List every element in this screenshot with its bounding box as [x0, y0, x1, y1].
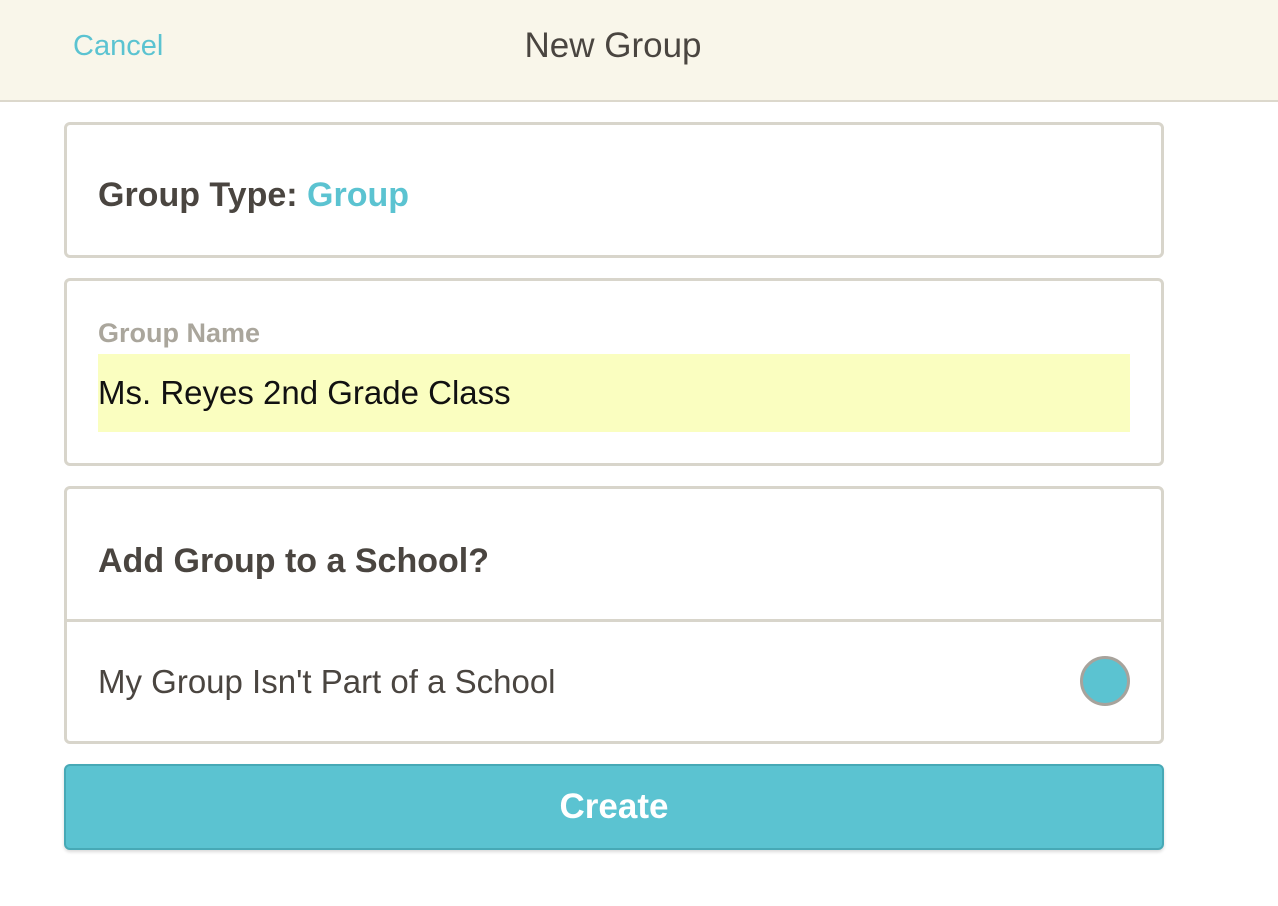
group-name-label: Group Name	[98, 318, 261, 348]
top-bar: Cancel New Group	[0, 0, 1278, 102]
group-type-card: Group Type: Group	[64, 122, 1164, 258]
school-card: Add Group to a School? My Group Isn't Pa…	[64, 486, 1164, 744]
group-type-label: Group Type:	[98, 176, 298, 214]
group-name-card: Group Name	[64, 278, 1164, 466]
group-name-input[interactable]	[98, 354, 1130, 432]
group-type-selector[interactable]: Group	[307, 176, 409, 214]
radio-selected-icon[interactable]	[1080, 656, 1130, 706]
page-title: New Group	[524, 26, 702, 65]
group-type-row: Group Type: Group	[98, 175, 409, 215]
school-question: Add Group to a School?	[98, 542, 489, 580]
school-option-none[interactable]: My Group Isn't Part of a School	[67, 622, 1161, 741]
create-button[interactable]: Create	[64, 764, 1164, 850]
school-option-label: My Group Isn't Part of a School	[98, 663, 556, 700]
